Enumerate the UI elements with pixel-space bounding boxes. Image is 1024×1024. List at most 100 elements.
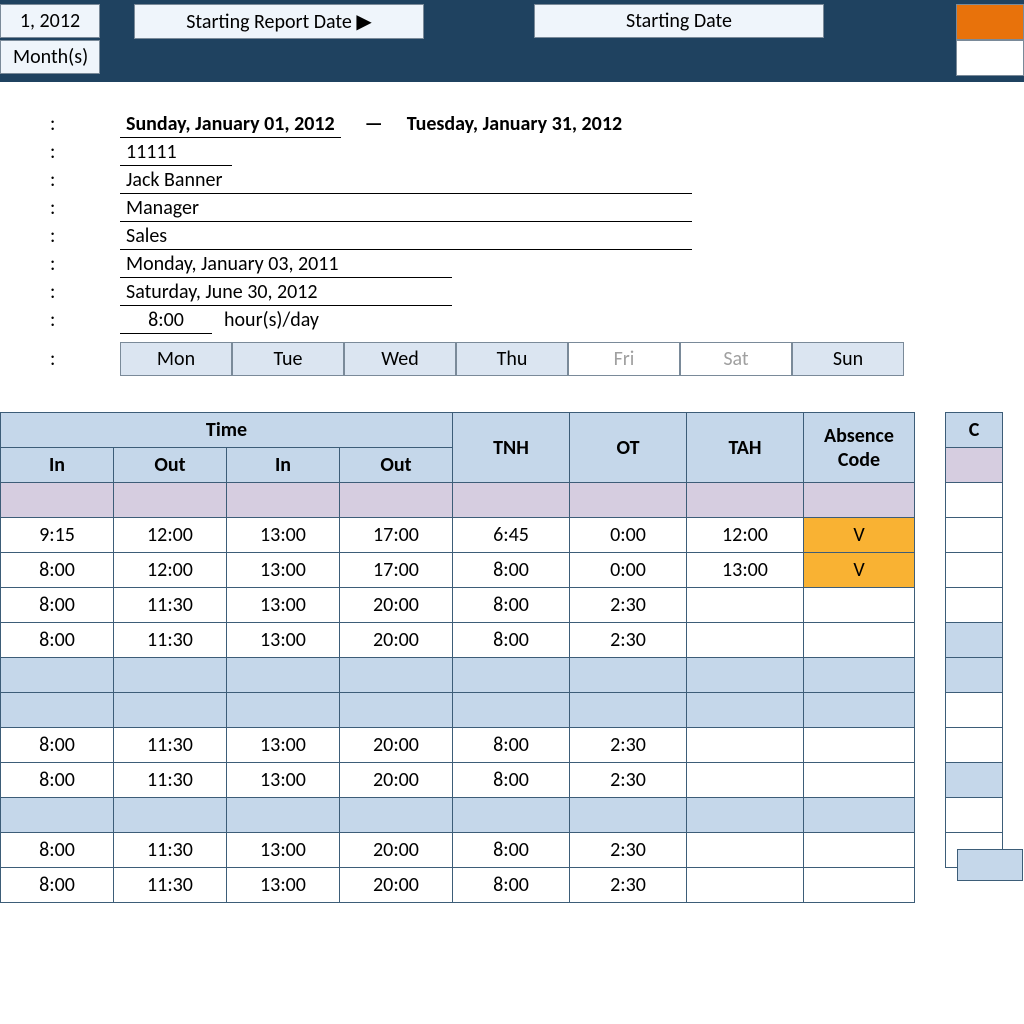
cell-tnh[interactable]	[453, 658, 570, 693]
cell-out2[interactable]	[340, 483, 453, 518]
cell-out2[interactable]	[340, 693, 453, 728]
cell-ot[interactable]: 2:30	[570, 763, 687, 798]
cell-in2[interactable]: 13:00	[227, 518, 340, 553]
cell-tah[interactable]: 12:00	[687, 518, 804, 553]
cell-abs[interactable]	[804, 833, 915, 868]
cell-tnh[interactable]: 8:00	[453, 728, 570, 763]
cell-tah[interactable]	[687, 483, 804, 518]
cell-tah[interactable]	[687, 798, 804, 833]
cell-in2[interactable]	[227, 798, 340, 833]
cell-ot[interactable]	[570, 483, 687, 518]
cell-out2[interactable]: 20:00	[340, 833, 453, 868]
cell-tnh[interactable]	[453, 798, 570, 833]
side-cell[interactable]	[946, 483, 1003, 518]
cell-in2[interactable]: 13:00	[227, 833, 340, 868]
cell-out2[interactable]	[340, 658, 453, 693]
orange-action-button[interactable]	[956, 4, 1024, 40]
cell-abs[interactable]: V	[804, 518, 915, 553]
cell-tnh[interactable]: 8:00	[453, 763, 570, 798]
cell-out2[interactable]: 20:00	[340, 763, 453, 798]
side-cell[interactable]	[946, 448, 1003, 483]
cell-tah[interactable]	[687, 868, 804, 903]
cell-in1[interactable]: 8:00	[1, 728, 114, 763]
cell-tah[interactable]	[687, 588, 804, 623]
side-cell[interactable]	[946, 658, 1003, 693]
cell-tah[interactable]	[687, 693, 804, 728]
cell-in1[interactable]	[1, 798, 114, 833]
side-cell[interactable]	[946, 798, 1003, 833]
cell-tnh[interactable]: 8:00	[453, 868, 570, 903]
cell-ot[interactable]: 2:30	[570, 728, 687, 763]
cell-tnh[interactable]: 6:45	[453, 518, 570, 553]
workday-toggle[interactable]: Wed	[344, 342, 456, 376]
cell-abs[interactable]	[804, 798, 915, 833]
cell-tnh[interactable]	[453, 693, 570, 728]
white-action-button[interactable]	[956, 40, 1024, 76]
cell-in1[interactable]: 8:00	[1, 623, 114, 658]
cell-tah[interactable]	[687, 658, 804, 693]
cell-in1[interactable]: 8:00	[1, 763, 114, 798]
workday-toggle[interactable]: Tue	[232, 342, 344, 376]
cell-tah[interactable]	[687, 833, 804, 868]
workday-toggle[interactable]: Mon	[120, 342, 232, 376]
cell-in1[interactable]	[1, 693, 114, 728]
cell-out2[interactable]: 17:00	[340, 553, 453, 588]
cell-ot[interactable]	[570, 798, 687, 833]
cell-out1[interactable]	[114, 483, 227, 518]
cell-abs[interactable]	[804, 623, 915, 658]
cell-out1[interactable]	[114, 693, 227, 728]
cell-in1[interactable]: 8:00	[1, 868, 114, 903]
date-fragment-cell[interactable]: 1, 2012	[0, 4, 100, 38]
cell-in2[interactable]: 13:00	[227, 588, 340, 623]
cell-tnh[interactable]: 8:00	[453, 623, 570, 658]
cell-ot[interactable]: 2:30	[570, 588, 687, 623]
cell-in1[interactable]	[1, 483, 114, 518]
cell-in2[interactable]: 13:00	[227, 763, 340, 798]
cell-in1[interactable]: 8:00	[1, 588, 114, 623]
cell-ot[interactable]: 0:00	[570, 553, 687, 588]
cell-ot[interactable]: 2:30	[570, 623, 687, 658]
cell-in2[interactable]: 13:00	[227, 728, 340, 763]
cell-ot[interactable]	[570, 693, 687, 728]
side-cell[interactable]	[946, 553, 1003, 588]
starting-date-button[interactable]: Starting Date	[534, 4, 824, 38]
cell-abs[interactable]	[804, 693, 915, 728]
cell-out1[interactable]: 11:30	[114, 763, 227, 798]
cell-tah[interactable]	[687, 623, 804, 658]
cell-in2[interactable]: 13:00	[227, 623, 340, 658]
cell-in2[interactable]: 13:00	[227, 868, 340, 903]
cell-out2[interactable]	[340, 798, 453, 833]
cell-out1[interactable]	[114, 798, 227, 833]
workday-toggle[interactable]: Sun	[792, 342, 904, 376]
side-cell[interactable]	[946, 623, 1003, 658]
side-cell[interactable]	[946, 763, 1003, 798]
cell-abs[interactable]	[804, 658, 915, 693]
cell-out1[interactable]: 12:00	[114, 553, 227, 588]
cell-in2[interactable]	[227, 693, 340, 728]
starting-report-date-button[interactable]: Starting Report Date ▶	[134, 4, 424, 39]
cell-abs[interactable]	[804, 588, 915, 623]
cell-in1[interactable]	[1, 658, 114, 693]
cell-out1[interactable]: 11:30	[114, 728, 227, 763]
cell-ot[interactable]: 2:30	[570, 868, 687, 903]
cell-abs[interactable]	[804, 868, 915, 903]
cell-out2[interactable]: 20:00	[340, 728, 453, 763]
cell-out1[interactable]: 11:30	[114, 623, 227, 658]
cell-tah[interactable]: 13:00	[687, 553, 804, 588]
workday-toggle[interactable]: Fri	[568, 342, 680, 376]
cell-out2[interactable]: 20:00	[340, 623, 453, 658]
cell-abs[interactable]	[804, 483, 915, 518]
cell-out2[interactable]: 20:00	[340, 868, 453, 903]
cell-abs[interactable]	[804, 728, 915, 763]
cell-ot[interactable]: 0:00	[570, 518, 687, 553]
cell-ot[interactable]: 2:30	[570, 833, 687, 868]
cell-abs[interactable]	[804, 763, 915, 798]
cell-out1[interactable]: 11:30	[114, 868, 227, 903]
workday-toggle[interactable]: Thu	[456, 342, 568, 376]
cell-in1[interactable]: 8:00	[1, 553, 114, 588]
cell-out1[interactable]	[114, 658, 227, 693]
cell-out1[interactable]: 11:30	[114, 833, 227, 868]
cell-in2[interactable]	[227, 658, 340, 693]
side-cell[interactable]	[946, 518, 1003, 553]
cell-tnh[interactable]: 8:00	[453, 833, 570, 868]
